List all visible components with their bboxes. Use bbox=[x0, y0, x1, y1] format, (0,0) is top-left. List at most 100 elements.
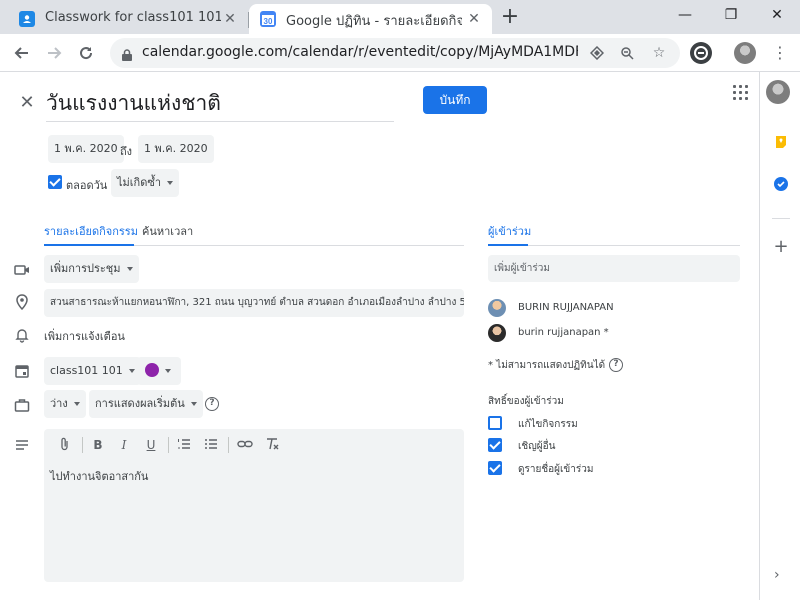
video-icon bbox=[14, 262, 30, 278]
close-window-button[interactable]: ✕ bbox=[754, 0, 800, 30]
description-editor[interactable]: B I U ไปทำงานจิตอาสากัน bbox=[44, 429, 464, 582]
url-text: calendar.google.com/calendar/r/eventedit… bbox=[142, 44, 578, 60]
add-meeting-button[interactable]: เพิ่มการประชุม bbox=[44, 255, 139, 283]
address-bar[interactable]: calendar.google.com/calendar/r/eventedit… bbox=[110, 38, 680, 68]
tab-title: Google ปฏิทิน - รายละเอียดกิจกรรม bbox=[286, 14, 462, 29]
help-icon[interactable]: ? bbox=[205, 397, 219, 411]
chevron-down-icon bbox=[128, 369, 135, 373]
details-tabs: รายละเอียดกิจกรรม ค้นหาเวลา bbox=[44, 220, 464, 246]
event-edit-page: ✕ วันแรงงานแห่งชาติ บันทึก 1 พ.ค. 2020 ถ… bbox=[0, 72, 800, 600]
tab-guests[interactable]: ผู้เข้าร่วม bbox=[488, 222, 531, 240]
google-apps-icon[interactable] bbox=[732, 84, 752, 104]
chevron-down-icon bbox=[190, 402, 197, 406]
guest-avatar bbox=[488, 324, 506, 342]
add-addon-icon[interactable]: + bbox=[772, 238, 790, 256]
bell-icon bbox=[14, 327, 30, 343]
calendar-value: class101 101 bbox=[50, 364, 123, 377]
tab-title: Classwork for class101 101 bbox=[45, 10, 221, 25]
tab-event-details[interactable]: รายละเอียดกิจกรรม bbox=[44, 222, 138, 240]
permission-label: ดูรายชื่อผู้เข้าร่วม bbox=[518, 464, 594, 475]
keep-icon[interactable] bbox=[774, 134, 788, 148]
event-color-swatch bbox=[145, 363, 159, 377]
active-tab-indicator bbox=[488, 244, 528, 246]
description-text: ไปทำงานจิตอาสากัน bbox=[50, 470, 149, 483]
add-guests-input[interactable]: เพิ่มผู้เข้าร่วม bbox=[488, 255, 740, 282]
minimize-button[interactable]: — bbox=[662, 0, 708, 30]
guest-name[interactable]: BURIN RUJJANAPAN bbox=[518, 302, 614, 313]
permission-label: แก้ไขกิจกรรม bbox=[518, 419, 578, 430]
bookmark-star-icon[interactable]: ☆ bbox=[648, 42, 670, 64]
save-button[interactable]: บันทึก bbox=[423, 86, 487, 114]
numbered-list-icon[interactable] bbox=[175, 437, 193, 453]
bulleted-list-icon[interactable] bbox=[202, 437, 220, 453]
new-tab-button[interactable]: + bbox=[498, 6, 522, 30]
permission-label: เชิญผู้อื่น bbox=[518, 441, 556, 452]
to-label: ถึง bbox=[120, 145, 133, 158]
calendar-unavailable-note: * ไม่สามารถแสดงปฏิทินได้ bbox=[488, 360, 606, 371]
all-day-label: ตลอดวัน bbox=[66, 179, 108, 192]
add-meeting-label: เพิ่มการประชุม bbox=[50, 262, 121, 275]
repeat-dropdown[interactable]: ไม่เกิดซ้ำ bbox=[111, 169, 179, 197]
attach-icon[interactable] bbox=[56, 437, 74, 453]
guest-permissions-title: สิทธิ์ของผู้เข้าร่วม bbox=[488, 396, 564, 407]
clear-format-icon[interactable] bbox=[263, 437, 281, 453]
visibility-select[interactable]: การแสดงผลเริ่มต้น bbox=[89, 390, 203, 418]
italic-icon[interactable]: I bbox=[115, 437, 133, 453]
permission-modify-checkbox[interactable] bbox=[488, 416, 502, 430]
browser-tab-classwork[interactable]: Classwork for class101 101 ✕ bbox=[8, 4, 249, 34]
visibility-value: การแสดงผลเริ่มต้น bbox=[95, 397, 185, 410]
zoom-icon[interactable] bbox=[616, 42, 638, 64]
permission-see-list-checkbox[interactable] bbox=[488, 461, 502, 475]
calendar-select[interactable]: class101 101 bbox=[44, 357, 141, 385]
browser-tab-calendar[interactable]: 30 Google ปฏิทิน - รายละเอียดกิจกรรม ✕ bbox=[249, 4, 492, 34]
svg-text:30: 30 bbox=[264, 17, 273, 26]
close-tab-icon[interactable]: ✕ bbox=[464, 9, 484, 29]
link-icon[interactable] bbox=[236, 437, 254, 453]
close-event-icon[interactable]: ✕ bbox=[16, 92, 38, 114]
forward-arrow-icon[interactable] bbox=[40, 39, 68, 67]
availability-select[interactable]: ว่าง bbox=[44, 390, 86, 418]
start-date-field[interactable]: 1 พ.ค. 2020 bbox=[48, 135, 124, 163]
permission-invite-checkbox[interactable] bbox=[488, 438, 502, 452]
divider bbox=[168, 437, 169, 453]
end-date-field[interactable]: 1 พ.ค. 2020 bbox=[138, 135, 214, 163]
chevron-right-icon[interactable]: › bbox=[774, 567, 780, 583]
add-notification-link[interactable]: เพิ่มการแจ้งเตือน bbox=[44, 327, 125, 345]
divider bbox=[228, 437, 229, 453]
tasks-icon[interactable] bbox=[774, 176, 788, 191]
repeat-value: ไม่เกิดซ้ำ bbox=[117, 176, 161, 189]
active-tab-indicator bbox=[44, 244, 134, 246]
underline-icon[interactable]: U bbox=[142, 437, 160, 453]
classroom-favicon-icon bbox=[19, 11, 35, 27]
maximize-button[interactable]: ❐ bbox=[708, 0, 754, 30]
chevron-down-icon bbox=[167, 181, 173, 185]
location-input[interactable]: สวนสาธารณะห้าแยกหอนาฬิกา, 321 ถนน บุญวาท… bbox=[44, 289, 464, 317]
help-icon[interactable]: ? bbox=[609, 358, 623, 372]
description-lines-icon bbox=[14, 437, 30, 453]
browser-menu-icon[interactable]: ⋮ bbox=[766, 39, 794, 67]
reload-icon[interactable] bbox=[72, 39, 100, 67]
chevron-down-icon bbox=[165, 369, 171, 373]
color-select[interactable] bbox=[137, 357, 181, 385]
format-toolbar: B I U bbox=[44, 429, 464, 461]
briefcase-icon bbox=[14, 397, 30, 413]
guest-name[interactable]: burin rujjanapan * bbox=[518, 327, 609, 338]
bold-icon[interactable]: B bbox=[89, 437, 107, 453]
event-title-input[interactable]: วันแรงงานแห่งชาติ bbox=[46, 86, 394, 122]
guest-avatar bbox=[488, 299, 506, 317]
all-day-checkbox[interactable] bbox=[48, 175, 62, 189]
divider bbox=[772, 218, 790, 219]
browser-toolbar: calendar.google.com/calendar/r/eventedit… bbox=[0, 34, 800, 72]
profile-avatar[interactable] bbox=[734, 42, 756, 64]
availability-value: ว่าง bbox=[50, 397, 68, 410]
lock-icon bbox=[122, 46, 132, 61]
extension-icon[interactable] bbox=[690, 42, 712, 64]
location-pin-icon bbox=[14, 294, 30, 311]
guests-section-header: ผู้เข้าร่วม bbox=[488, 220, 740, 246]
install-app-icon[interactable] bbox=[586, 42, 608, 64]
close-tab-icon[interactable]: ✕ bbox=[220, 9, 240, 29]
tab-find-time[interactable]: ค้นหาเวลา bbox=[142, 222, 193, 240]
back-arrow-icon[interactable] bbox=[8, 39, 36, 67]
calendar-icon bbox=[14, 363, 30, 379]
chevron-down-icon bbox=[73, 402, 80, 406]
